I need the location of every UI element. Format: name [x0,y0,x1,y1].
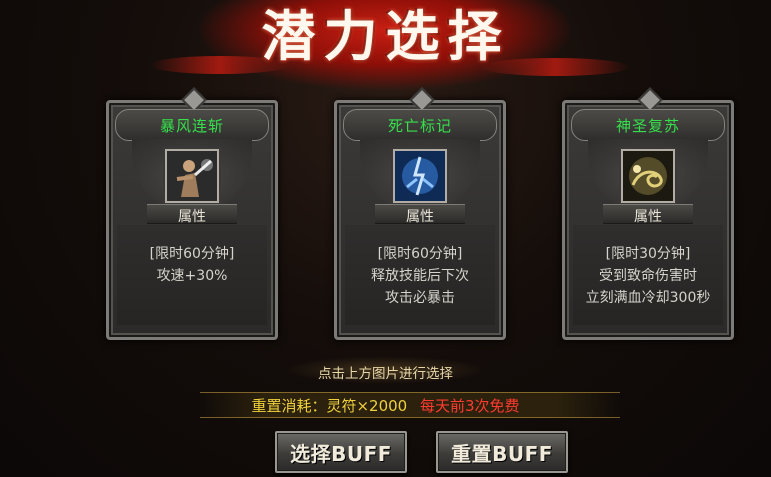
buff-card-death-mark[interactable]: 死亡标记 属性 [限时60分钟] 释放技能后下次 攻击必暴击 [334,100,506,340]
attribute-plate: 属性 [603,204,693,225]
attribute-label: 属性 [178,209,206,225]
desc-line: 攻速+30% [156,268,228,284]
desc-line: [限时60分钟] [149,246,235,262]
attribute-plate: 属性 [147,204,237,225]
card-header: 死亡标记 [343,109,497,141]
card-description: [限时60分钟] 攻速+30% [109,243,275,287]
desc-line: [限时60分钟] [377,246,463,262]
lightning-mage-icon[interactable] [393,149,447,203]
card-description: [限时60分钟] 释放技能后下次 攻击必暴击 [337,243,503,309]
card-header: 神圣复苏 [571,109,725,141]
warrior-slash-icon[interactable] [165,149,219,203]
desc-line: 受到致命伤害时 [599,268,697,284]
card-description: [限时30分钟] 受到致命伤害时 立刻满血冷却300秒 [565,243,731,309]
buff-card-storm-slash[interactable]: 暴风连斩 属性 [限时60分钟] 攻速+30% [106,100,278,340]
buff-card-holy-revival[interactable]: 神圣复苏 属性 [限时30分钟] 受到致命伤害时 立刻满血冷却300秒 [562,100,734,340]
card-title: 暴风连斩 [159,117,224,135]
reset-cost-label: 重置消耗：灵符×2000 [251,397,408,415]
select-buff-button[interactable]: 选择BUFF [275,431,407,473]
page-title: 潜力选择 [261,4,510,68]
attribute-plate: 属性 [375,204,465,225]
attribute-label: 属性 [406,209,434,225]
card-title: 死亡标记 [387,117,452,135]
cost-info: 重置消耗：灵符×2000 每天前3次免费 [0,395,771,416]
free-reset-note: 每天前3次免费 [419,397,520,415]
reset-buff-button[interactable]: 重置BUFF [436,431,568,473]
desc-line: 立刻满血冷却300秒 [585,290,711,306]
golden-serpent-icon[interactable] [621,149,675,203]
attribute-label: 属性 [634,209,662,225]
desc-line: [限时30分钟] [605,246,691,262]
card-header: 暴风连斩 [115,109,269,141]
desc-line: 释放技能后下次 [371,268,469,284]
card-title: 神圣复苏 [615,117,680,135]
selection-hint: 点击上方图片进行选择 [318,366,453,382]
desc-line: 攻击必暴击 [385,290,455,306]
